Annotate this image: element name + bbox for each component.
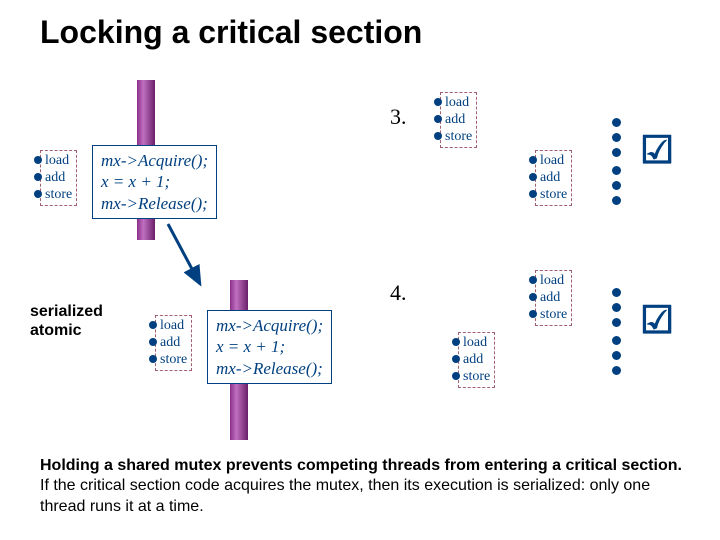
code-acquire: mx->Acquire(); [101, 150, 208, 171]
footer-text: Holding a shared mutex prevents competin… [40, 456, 690, 518]
dot-icon [612, 118, 621, 127]
dot-icon [434, 132, 442, 140]
las-add: add [540, 290, 567, 307]
code-increment: x = x + 1; [216, 336, 323, 357]
code-release: mx->Release(); [101, 193, 208, 214]
dot-icon [612, 181, 621, 190]
las-box-lower: load add store [155, 315, 192, 371]
dot-icon [612, 148, 621, 157]
las-load: load [540, 273, 567, 290]
code-acquire: mx->Acquire(); [216, 315, 323, 336]
step-3-label: 3. [390, 104, 407, 130]
checkmark-icon: ☑ [640, 298, 674, 343]
dot-icon [452, 355, 460, 363]
dot-icon [452, 372, 460, 380]
dot-icon [612, 303, 621, 312]
dot-icon [34, 156, 42, 164]
code-box-right: mx->Acquire(); x = x + 1; mx->Release(); [207, 310, 332, 384]
las-box-3: load add store [440, 92, 477, 148]
las-box-right-1: load add store [535, 150, 572, 206]
step-4-label: 4. [390, 280, 407, 306]
dot-icon [612, 366, 621, 375]
dot-icon [529, 190, 537, 198]
code-box-left: mx->Acquire(); x = x + 1; mx->Release(); [92, 145, 217, 219]
footer-bold: Holding a shared mutex prevents competin… [40, 457, 682, 474]
dot-icon [529, 293, 537, 301]
dot-stack-upper-2 [612, 160, 622, 211]
dot-icon [612, 133, 621, 142]
las-box-4: load add store [458, 332, 495, 388]
dot-icon [529, 173, 537, 181]
serialized-atomic-label: serialized atomic [30, 302, 103, 340]
las-store: store [540, 187, 567, 204]
dot-stack-lower-2 [612, 330, 622, 381]
dot-stack-lower-1 [612, 282, 622, 333]
serialized-text: serialized [30, 302, 103, 321]
las-box-topleft: load add store [40, 150, 77, 206]
las-store: store [463, 369, 490, 386]
dot-icon [612, 351, 621, 360]
las-box-right-2: load add store [535, 270, 572, 326]
dot-icon [149, 321, 157, 329]
dot-icon [34, 173, 42, 181]
las-store: store [445, 129, 472, 146]
dot-icon [149, 338, 157, 346]
dot-icon [452, 338, 460, 346]
las-add: add [45, 170, 72, 187]
footer-rest: If the critical section code acquires th… [40, 477, 650, 515]
page-title: Locking a critical section [40, 14, 422, 51]
code-release: mx->Release(); [216, 358, 323, 379]
dot-icon [34, 190, 42, 198]
las-load: load [445, 95, 472, 112]
dot-icon [434, 98, 442, 106]
dot-icon [612, 196, 621, 205]
code-increment: x = x + 1; [101, 171, 208, 192]
dot-icon [612, 288, 621, 297]
arrow-icon [160, 218, 220, 298]
las-store: store [160, 352, 187, 369]
dot-icon [529, 310, 537, 318]
las-load: load [540, 153, 567, 170]
las-load: load [45, 153, 72, 170]
atomic-text: atomic [30, 321, 103, 340]
las-load: load [160, 318, 187, 335]
las-store: store [540, 307, 567, 324]
dot-icon [612, 166, 621, 175]
dot-icon [529, 276, 537, 284]
las-add: add [540, 170, 567, 187]
dot-stack-upper-1 [612, 112, 622, 163]
las-load: load [463, 335, 490, 352]
las-store: store [45, 187, 72, 204]
dot-icon [612, 318, 621, 327]
las-add: add [463, 352, 490, 369]
dot-icon [529, 156, 537, 164]
las-add: add [160, 335, 187, 352]
checkmark-icon: ☑ [640, 128, 674, 173]
dot-icon [434, 115, 442, 123]
dot-icon [612, 336, 621, 345]
dot-icon [149, 355, 157, 363]
las-add: add [445, 112, 472, 129]
